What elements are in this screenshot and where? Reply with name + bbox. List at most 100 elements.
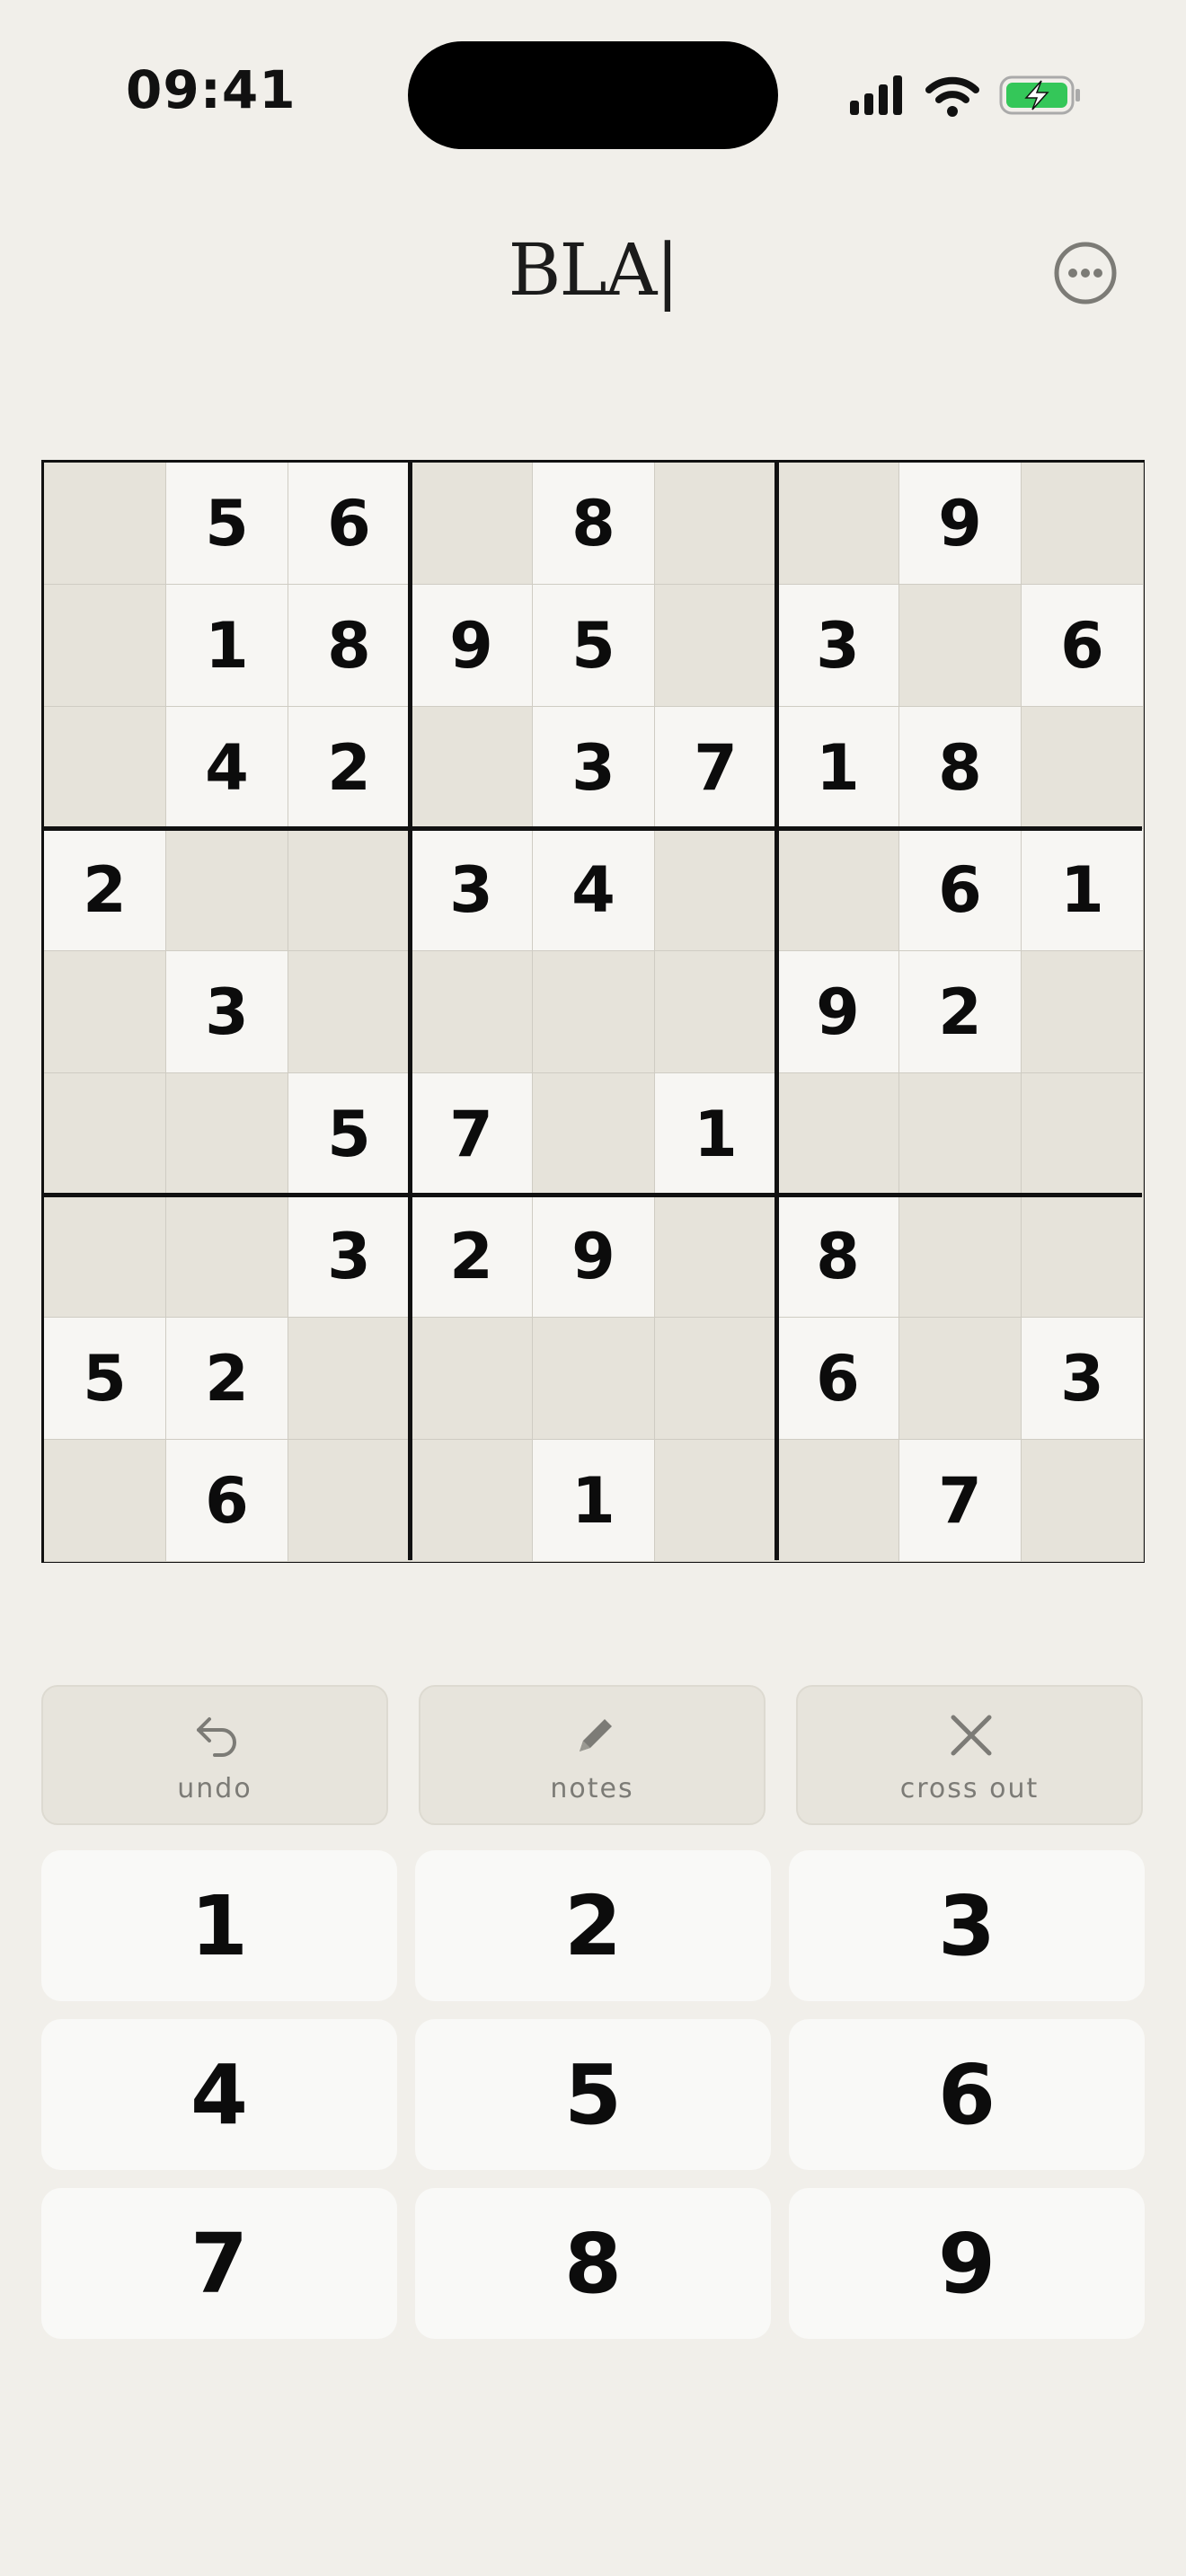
sudoku-cell-r9-c9[interactable] (1022, 1440, 1144, 1562)
sudoku-cell-r1-c6[interactable] (655, 463, 777, 585)
sudoku-cell-r9-c4[interactable] (411, 1440, 533, 1562)
pencil-icon (580, 1719, 612, 1751)
sudoku-cell-r3-c9[interactable] (1022, 707, 1144, 829)
sudoku-cell-r2-c8[interactable] (899, 585, 1022, 707)
sudoku-cell-r3-c1[interactable] (44, 707, 166, 829)
sudoku-cell-r7-c8[interactable] (899, 1195, 1022, 1318)
sudoku-cell-r7-c9[interactable] (1022, 1195, 1144, 1318)
number-key-7[interactable]: 7 (41, 2188, 397, 2339)
sudoku-cell-r9-c2[interactable]: 6 (166, 1440, 288, 1562)
sudoku-cell-r6-c9[interactable] (1022, 1073, 1144, 1195)
sudoku-cell-r8-c1[interactable]: 5 (44, 1318, 166, 1440)
sudoku-cell-r3-c5[interactable]: 3 (533, 707, 655, 829)
sudoku-cell-r9-c7[interactable] (777, 1440, 899, 1562)
sudoku-cell-r7-c6[interactable] (655, 1195, 777, 1318)
sudoku-cell-r4-c6[interactable] (655, 829, 777, 951)
sudoku-cell-r1-c3[interactable]: 6 (288, 463, 411, 585)
sudoku-cell-r5-c9[interactable] (1022, 951, 1144, 1073)
sudoku-cell-r4-c1[interactable]: 2 (44, 829, 166, 951)
sudoku-cell-r4-c4[interactable]: 3 (411, 829, 533, 951)
sudoku-cell-r3-c6[interactable]: 7 (655, 707, 777, 829)
sudoku-cell-r6-c3[interactable]: 5 (288, 1073, 411, 1195)
sudoku-cell-r4-c5[interactable]: 4 (533, 829, 655, 951)
sudoku-cell-r7-c5[interactable]: 9 (533, 1195, 655, 1318)
sudoku-cell-r7-c7[interactable]: 8 (777, 1195, 899, 1318)
sudoku-cell-r6-c7[interactable] (777, 1073, 899, 1195)
sudoku-cell-r5-c8[interactable]: 2 (899, 951, 1022, 1073)
sudoku-cell-r8-c4[interactable] (411, 1318, 533, 1440)
sudoku-cell-r9-c8[interactable]: 7 (899, 1440, 1022, 1562)
sudoku-cell-r5-c7[interactable]: 9 (777, 951, 899, 1073)
sudoku-cell-r8-c2[interactable]: 2 (166, 1318, 288, 1440)
status-time: 09:41 (126, 59, 296, 120)
sudoku-cell-r8-c9[interactable]: 3 (1022, 1318, 1144, 1440)
sudoku-cell-r6-c8[interactable] (899, 1073, 1022, 1195)
number-key-3[interactable]: 3 (789, 1850, 1145, 2001)
sudoku-cell-r8-c3[interactable] (288, 1318, 411, 1440)
sudoku-cell-r7-c2[interactable] (166, 1195, 288, 1318)
sudoku-cell-r5-c3[interactable] (288, 951, 411, 1073)
sudoku-cell-r4-c3[interactable] (288, 829, 411, 951)
status-icons (848, 70, 1084, 120)
number-key-1[interactable]: 1 (41, 1850, 397, 2001)
sudoku-cell-r9-c5[interactable]: 1 (533, 1440, 655, 1562)
sudoku-cell-r6-c5[interactable] (533, 1073, 655, 1195)
more-horizontal-circle-icon (1054, 242, 1117, 304)
sudoku-cell-r7-c4[interactable]: 2 (411, 1195, 533, 1318)
sudoku-cell-r9-c3[interactable] (288, 1440, 411, 1562)
undo-button[interactable]: undo (41, 1685, 388, 1825)
sudoku-cell-r5-c4[interactable] (411, 951, 533, 1073)
sudoku-cell-r1-c2[interactable]: 5 (166, 463, 288, 585)
sudoku-cell-r6-c6[interactable]: 1 (655, 1073, 777, 1195)
sudoku-cell-r2-c2[interactable]: 1 (166, 585, 288, 707)
more-options-button[interactable] (1051, 239, 1120, 307)
sudoku-cell-r5-c6[interactable] (655, 951, 777, 1073)
sudoku-cell-r2-c3[interactable]: 8 (288, 585, 411, 707)
sudoku-cell-r2-c7[interactable]: 3 (777, 585, 899, 707)
sudoku-cell-r4-c7[interactable] (777, 829, 899, 951)
number-key-2[interactable]: 2 (415, 1850, 771, 2001)
sudoku-cell-r4-c2[interactable] (166, 829, 288, 951)
number-key-9[interactable]: 9 (789, 2188, 1145, 2339)
sudoku-cell-r8-c7[interactable]: 6 (777, 1318, 899, 1440)
sudoku-cell-r1-c4[interactable] (411, 463, 533, 585)
number-key-6[interactable]: 6 (789, 2019, 1145, 2170)
sudoku-cell-r3-c3[interactable]: 2 (288, 707, 411, 829)
sudoku-cell-r1-c9[interactable] (1022, 463, 1144, 585)
sudoku-cell-r5-c1[interactable] (44, 951, 166, 1073)
sudoku-cell-r8-c6[interactable] (655, 1318, 777, 1440)
sudoku-cell-r2-c9[interactable]: 6 (1022, 585, 1144, 707)
sudoku-cell-r3-c2[interactable]: 4 (166, 707, 288, 829)
sudoku-cell-r4-c8[interactable]: 6 (899, 829, 1022, 951)
sudoku-cell-r6-c4[interactable]: 7 (411, 1073, 533, 1195)
sudoku-cell-r1-c8[interactable]: 9 (899, 463, 1022, 585)
sudoku-cell-r3-c7[interactable]: 1 (777, 707, 899, 829)
notes-button[interactable]: notes (419, 1685, 766, 1825)
sudoku-cell-r3-c8[interactable]: 8 (899, 707, 1022, 829)
sudoku-cell-r9-c6[interactable] (655, 1440, 777, 1562)
sudoku-cell-r8-c8[interactable] (899, 1318, 1022, 1440)
number-key-5[interactable]: 5 (415, 2019, 771, 2170)
sudoku-cell-r3-c4[interactable] (411, 707, 533, 829)
sudoku-cell-r7-c3[interactable]: 3 (288, 1195, 411, 1318)
sudoku-cell-r2-c6[interactable] (655, 585, 777, 707)
sudoku-cell-r1-c7[interactable] (777, 463, 899, 585)
sudoku-cell-r5-c5[interactable] (533, 951, 655, 1073)
sudoku-cell-r5-c2[interactable]: 3 (166, 951, 288, 1073)
sudoku-cell-r6-c2[interactable] (166, 1073, 288, 1195)
sudoku-cell-r7-c1[interactable] (44, 1195, 166, 1318)
sudoku-cell-r6-c1[interactable] (44, 1073, 166, 1195)
sudoku-cell-r2-c4[interactable]: 9 (411, 585, 533, 707)
dynamic-island (408, 41, 778, 149)
number-key-4[interactable]: 4 (41, 2019, 397, 2170)
notes-label: notes (550, 1773, 634, 1804)
sudoku-cell-r1-c5[interactable]: 8 (533, 463, 655, 585)
cross-out-button[interactable]: cross out (796, 1685, 1143, 1825)
sudoku-cell-r2-c1[interactable] (44, 585, 166, 707)
number-key-8[interactable]: 8 (415, 2188, 771, 2339)
sudoku-cell-r2-c5[interactable]: 5 (533, 585, 655, 707)
sudoku-cell-r9-c1[interactable] (44, 1440, 166, 1562)
sudoku-cell-r1-c1[interactable] (44, 463, 166, 585)
sudoku-cell-r4-c9[interactable]: 1 (1022, 829, 1144, 951)
sudoku-cell-r8-c5[interactable] (533, 1318, 655, 1440)
